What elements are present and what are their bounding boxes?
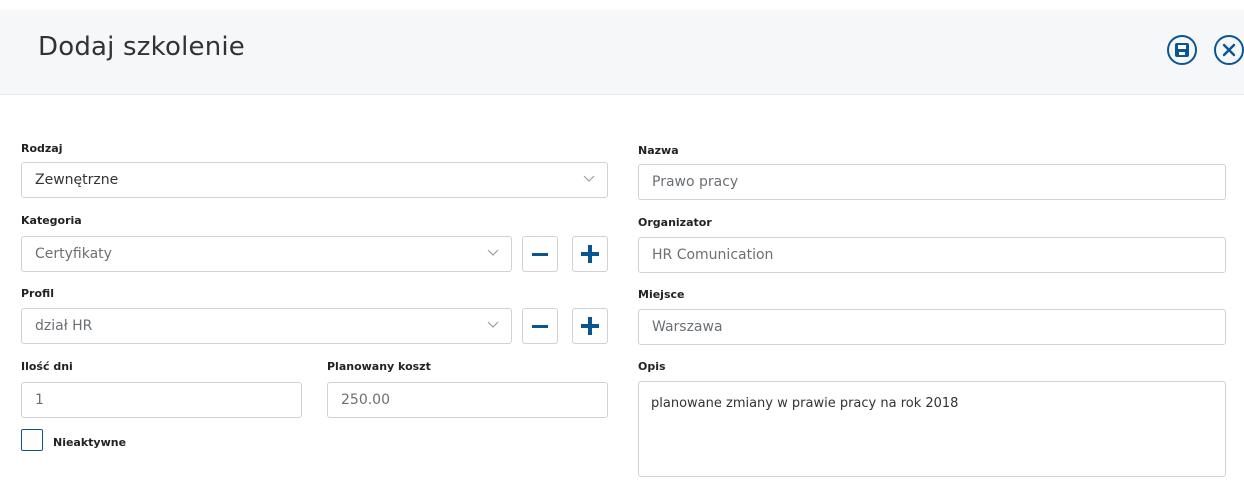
nieaktywne-checkbox[interactable] xyxy=(21,429,43,451)
rodzaj-value: Zewnętrzne xyxy=(35,172,119,188)
profil-remove-button[interactable] xyxy=(522,308,558,344)
kategoria-label: Kategoria xyxy=(21,214,82,227)
planowany-koszt-input[interactable]: 250.00 xyxy=(327,382,608,418)
floppy-disk-icon xyxy=(1175,43,1189,57)
plus-icon xyxy=(581,317,599,335)
kategoria-select[interactable]: Certyfikaty xyxy=(21,236,512,272)
opis-textarea[interactable]: planowane zmiany w prawie pracy na rok 2… xyxy=(638,381,1226,477)
minus-icon xyxy=(532,324,548,328)
opis-label: Opis xyxy=(638,360,666,373)
chevron-down-icon xyxy=(487,321,499,328)
ilosc-dni-input[interactable]: 1 xyxy=(21,382,302,418)
miejsce-label: Miejsce xyxy=(638,288,685,301)
dialog-header: Dodaj szkolenie xyxy=(0,10,1244,95)
kategoria-value: Certyfikaty xyxy=(35,246,112,262)
miejsce-input[interactable]: Warszawa xyxy=(638,309,1226,345)
planowany-koszt-label: Planowany koszt xyxy=(327,360,431,373)
nazwa-label: Nazwa xyxy=(638,144,679,157)
nazwa-input[interactable]: Prawo pracy xyxy=(638,164,1226,200)
close-icon xyxy=(1222,43,1236,57)
page-title: Dodaj szkolenie xyxy=(38,32,246,62)
profil-add-button[interactable] xyxy=(572,308,608,344)
kategoria-remove-button[interactable] xyxy=(522,236,558,272)
kategoria-add-button[interactable] xyxy=(572,236,608,272)
plus-icon xyxy=(581,245,599,263)
organizator-label: Organizator xyxy=(638,216,712,229)
nieaktywne-label: Nieaktywne xyxy=(53,436,127,449)
close-button[interactable] xyxy=(1214,35,1244,65)
rodzaj-select[interactable]: Zewnętrzne xyxy=(21,162,608,198)
profil-label: Profil xyxy=(21,287,54,300)
profil-value: dział HR xyxy=(35,318,93,334)
profil-select[interactable]: dział HR xyxy=(21,308,512,344)
ilosc-dni-label: Ilość dni xyxy=(21,360,73,373)
save-button[interactable] xyxy=(1167,35,1197,65)
chevron-down-icon xyxy=(487,249,499,256)
organizator-input[interactable]: HR Comunication xyxy=(638,237,1226,273)
rodzaj-label: Rodzaj xyxy=(21,142,63,155)
minus-icon xyxy=(532,252,548,256)
chevron-down-icon xyxy=(583,175,595,182)
